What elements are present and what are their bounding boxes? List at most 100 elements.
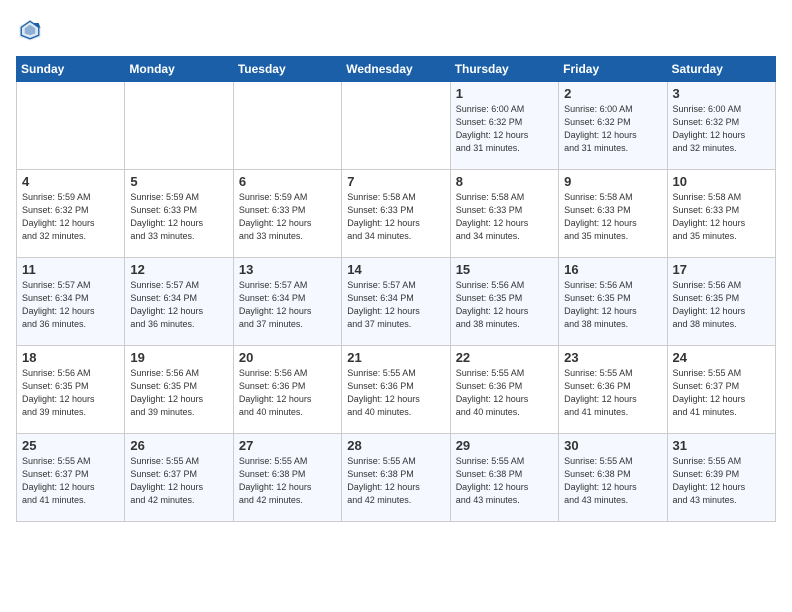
day-number: 17 <box>673 262 770 277</box>
col-header-sunday: Sunday <box>17 57 125 82</box>
day-cell: 25Sunrise: 5:55 AM Sunset: 6:37 PM Dayli… <box>17 434 125 522</box>
day-info: Sunrise: 5:56 AM Sunset: 6:35 PM Dayligh… <box>456 279 553 331</box>
day-info: Sunrise: 5:55 AM Sunset: 6:38 PM Dayligh… <box>347 455 444 507</box>
day-info: Sunrise: 5:55 AM Sunset: 6:36 PM Dayligh… <box>347 367 444 419</box>
day-cell <box>125 82 233 170</box>
day-number: 15 <box>456 262 553 277</box>
day-number: 11 <box>22 262 119 277</box>
day-info: Sunrise: 5:55 AM Sunset: 6:39 PM Dayligh… <box>673 455 770 507</box>
day-cell: 19 Sunrise: 5:56 AM Sunset: 6:35 PM Dayli… <box>125 346 233 434</box>
day-info: Sunrise: 5:59 AM Sunset: 6:33 PM Dayligh… <box>130 191 227 243</box>
day-number: 27 <box>239 438 336 453</box>
col-header-saturday: Saturday <box>667 57 775 82</box>
day-number: 16 <box>564 262 661 277</box>
day-cell: 20Sunrise: 5:56 AM Sunset: 6:36 PM Dayli… <box>233 346 341 434</box>
day-number: 18 <box>22 350 119 365</box>
day-number: 5 <box>130 174 227 189</box>
day-number: 13 <box>239 262 336 277</box>
day-cell: 31 Sunrise: 5:55 AM Sunset: 6:39 PM Dayli… <box>667 434 775 522</box>
day-info: Sunrise: 5:56 AM Sunset: 6:35 PM Dayligh… <box>22 367 119 419</box>
day-cell: 29Sunrise: 5:55 AM Sunset: 6:38 PM Dayli… <box>450 434 558 522</box>
day-number: 22 <box>456 350 553 365</box>
day-cell: 14 Sunrise: 5:57 AM Sunset: 6:34 PM Dayli… <box>342 258 450 346</box>
day-cell: 9 Sunrise: 5:58 AM Sunset: 6:33 PM Daylig… <box>559 170 667 258</box>
col-header-wednesday: Wednesday <box>342 57 450 82</box>
day-number: 14 <box>347 262 444 277</box>
day-cell <box>233 82 341 170</box>
day-info: Sunrise: 5:58 AM Sunset: 6:33 PM Dayligh… <box>347 191 444 243</box>
day-cell: 5 Sunrise: 5:59 AM Sunset: 6:33 PM Daylig… <box>125 170 233 258</box>
day-number: 21 <box>347 350 444 365</box>
day-number: 8 <box>456 174 553 189</box>
day-info: Sunrise: 5:55 AM Sunset: 6:37 PM Dayligh… <box>22 455 119 507</box>
day-cell <box>342 82 450 170</box>
day-number: 2 <box>564 86 661 101</box>
day-cell: 10 Sunrise: 5:58 AM Sunset: 6:33 PM Dayli… <box>667 170 775 258</box>
logo-icon <box>16 16 44 44</box>
calendar-table: SundayMondayTuesdayWednesdayThursdayFrid… <box>16 56 776 522</box>
logo <box>16 16 48 44</box>
day-info: Sunrise: 5:57 AM Sunset: 6:34 PM Dayligh… <box>239 279 336 331</box>
day-info: Sunrise: 5:55 AM Sunset: 6:36 PM Dayligh… <box>564 367 661 419</box>
day-number: 23 <box>564 350 661 365</box>
day-info: Sunrise: 5:55 AM Sunset: 6:38 PM Dayligh… <box>456 455 553 507</box>
day-cell: 15 Sunrise: 5:56 AM Sunset: 6:35 PM Dayli… <box>450 258 558 346</box>
week-row-2: 4 Sunrise: 5:59 AM Sunset: 6:32 PM Daylig… <box>17 170 776 258</box>
day-cell: 8 Sunrise: 5:58 AM Sunset: 6:33 PM Daylig… <box>450 170 558 258</box>
day-cell: 21 Sunrise: 5:55 AM Sunset: 6:36 PM Dayli… <box>342 346 450 434</box>
day-info: Sunrise: 5:56 AM Sunset: 6:35 PM Dayligh… <box>130 367 227 419</box>
day-number: 3 <box>673 86 770 101</box>
day-info: Sunrise: 5:56 AM Sunset: 6:35 PM Dayligh… <box>673 279 770 331</box>
day-info: Sunrise: 6:00 AM Sunset: 6:32 PM Dayligh… <box>673 103 770 155</box>
day-number: 9 <box>564 174 661 189</box>
day-cell: 13 Sunrise: 5:57 AM Sunset: 6:34 PM Dayli… <box>233 258 341 346</box>
day-cell: 1Sunrise: 6:00 AM Sunset: 6:32 PM Daylig… <box>450 82 558 170</box>
day-info: Sunrise: 6:00 AM Sunset: 6:32 PM Dayligh… <box>456 103 553 155</box>
day-number: 28 <box>347 438 444 453</box>
day-cell: 28 Sunrise: 5:55 AM Sunset: 6:38 PM Dayli… <box>342 434 450 522</box>
day-cell <box>17 82 125 170</box>
day-number: 24 <box>673 350 770 365</box>
day-cell: 22 Sunrise: 5:55 AM Sunset: 6:36 PM Dayli… <box>450 346 558 434</box>
col-header-monday: Monday <box>125 57 233 82</box>
day-cell: 18 Sunrise: 5:56 AM Sunset: 6:35 PM Dayli… <box>17 346 125 434</box>
day-info: Sunrise: 5:58 AM Sunset: 6:33 PM Dayligh… <box>673 191 770 243</box>
day-number: 6 <box>239 174 336 189</box>
day-number: 30 <box>564 438 661 453</box>
day-info: Sunrise: 5:55 AM Sunset: 6:37 PM Dayligh… <box>673 367 770 419</box>
day-info: Sunrise: 5:59 AM Sunset: 6:32 PM Dayligh… <box>22 191 119 243</box>
day-info: Sunrise: 5:55 AM Sunset: 6:37 PM Dayligh… <box>130 455 227 507</box>
week-row-4: 18 Sunrise: 5:56 AM Sunset: 6:35 PM Dayli… <box>17 346 776 434</box>
day-info: Sunrise: 5:56 AM Sunset: 6:35 PM Dayligh… <box>564 279 661 331</box>
day-number: 4 <box>22 174 119 189</box>
day-number: 26 <box>130 438 227 453</box>
day-info: Sunrise: 5:58 AM Sunset: 6:33 PM Dayligh… <box>456 191 553 243</box>
day-info: Sunrise: 6:00 AM Sunset: 6:32 PM Dayligh… <box>564 103 661 155</box>
day-number: 19 <box>130 350 227 365</box>
day-cell: 2 Sunrise: 6:00 AM Sunset: 6:32 PM Daylig… <box>559 82 667 170</box>
col-header-tuesday: Tuesday <box>233 57 341 82</box>
day-info: Sunrise: 5:55 AM Sunset: 6:36 PM Dayligh… <box>456 367 553 419</box>
col-header-thursday: Thursday <box>450 57 558 82</box>
day-number: 10 <box>673 174 770 189</box>
day-cell: 11Sunrise: 5:57 AM Sunset: 6:34 PM Dayli… <box>17 258 125 346</box>
week-row-3: 11 Sunrise: 5:57 AM Sunset: 6:34 PM Dayli… <box>17 258 776 346</box>
day-cell: 12Sunrise: 5:57 AM Sunset: 6:34 PM Dayli… <box>125 258 233 346</box>
day-info: Sunrise: 5:59 AM Sunset: 6:33 PM Dayligh… <box>239 191 336 243</box>
day-cell: 7 Sunrise: 5:58 AM Sunset: 6:33 PM Daylig… <box>342 170 450 258</box>
day-cell: 17 Sunrise: 5:56 AM Sunset: 6:35 PM Dayli… <box>667 258 775 346</box>
day-info: Sunrise: 5:58 AM Sunset: 6:33 PM Dayligh… <box>564 191 661 243</box>
week-row-1: 1Sunrise: 6:00 AM Sunset: 6:32 PM Daylig… <box>17 82 776 170</box>
day-info: Sunrise: 5:57 AM Sunset: 6:34 PM Dayligh… <box>347 279 444 331</box>
day-cell: 30 Sunrise: 5:55 AM Sunset: 6:38 PM Dayli… <box>559 434 667 522</box>
day-cell: 23 Sunrise: 5:55 AM Sunset: 6:36 PM Dayli… <box>559 346 667 434</box>
day-number: 7 <box>347 174 444 189</box>
day-cell: 6 Sunrise: 5:59 AM Sunset: 6:33 PM Daylig… <box>233 170 341 258</box>
day-number: 12 <box>130 262 227 277</box>
day-cell: 27Sunrise: 5:55 AM Sunset: 6:38 PM Dayli… <box>233 434 341 522</box>
day-number: 31 <box>673 438 770 453</box>
week-row-5: 25Sunrise: 5:55 AM Sunset: 6:37 PM Dayli… <box>17 434 776 522</box>
day-info: Sunrise: 5:55 AM Sunset: 6:38 PM Dayligh… <box>564 455 661 507</box>
col-header-friday: Friday <box>559 57 667 82</box>
day-number: 20 <box>239 350 336 365</box>
